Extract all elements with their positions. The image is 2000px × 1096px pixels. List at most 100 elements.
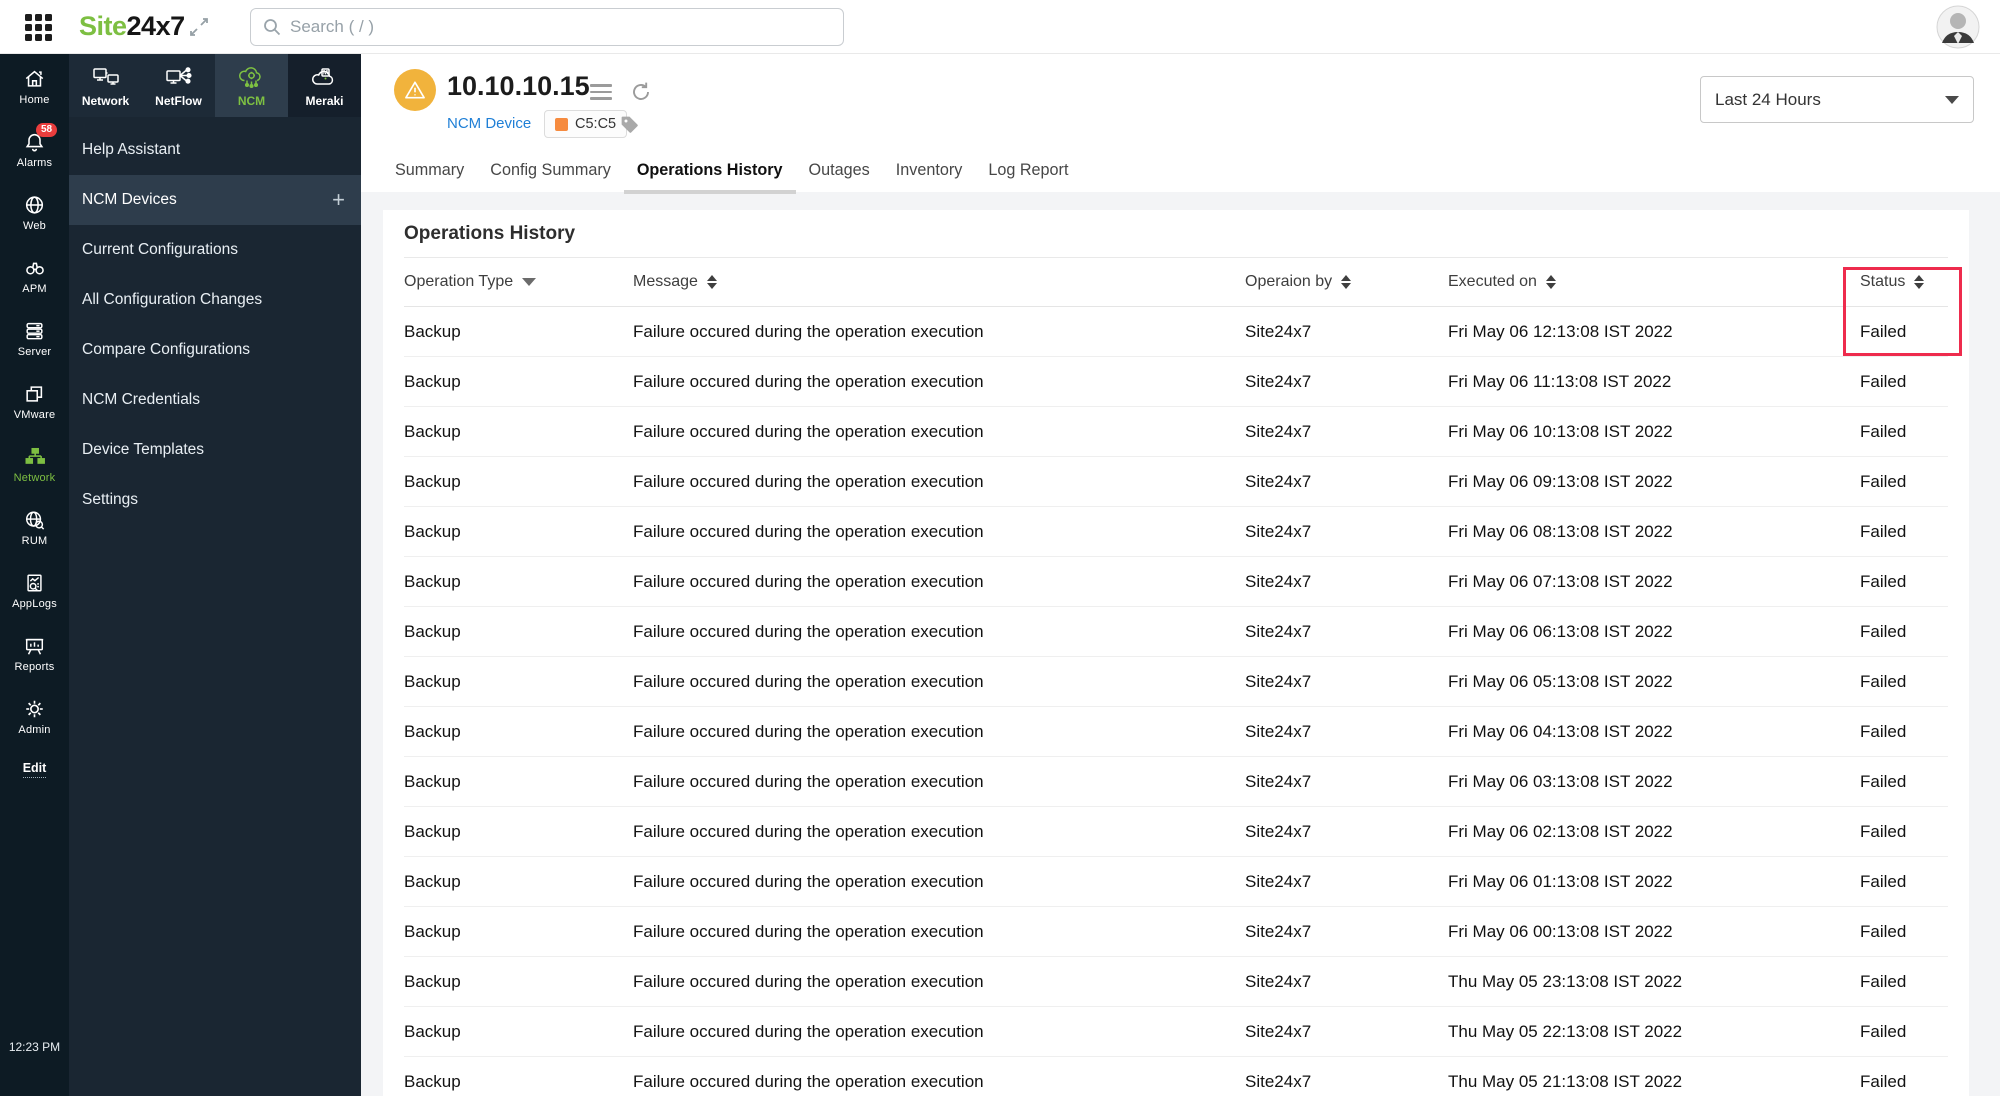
sidebar-item-compare-configurations[interactable]: Compare Configurations bbox=[69, 325, 361, 375]
rum-globe-search-icon bbox=[25, 511, 45, 530]
site24x7-logo[interactable]: Site24x7 bbox=[79, 11, 185, 42]
device-menu-icon[interactable] bbox=[590, 84, 612, 104]
rail-item-apm[interactable]: APM bbox=[0, 257, 69, 295]
cell-message: Failure occured during the operation exe… bbox=[633, 921, 984, 941]
sort-icon bbox=[1545, 275, 1556, 289]
column-header-status[interactable]: Status bbox=[1860, 273, 1948, 291]
cell-operation-type: Backup bbox=[404, 621, 461, 641]
table-row: Backup Failure occured during the operat… bbox=[404, 857, 1948, 907]
tab-log-report[interactable]: Log Report bbox=[975, 151, 1081, 194]
user-avatar[interactable] bbox=[1936, 5, 1980, 49]
cell-operation-by: Site24x7 bbox=[1245, 671, 1312, 691]
tag-color-swatch bbox=[555, 117, 568, 131]
sidebar-item-ncm-devices[interactable]: NCM Devices + bbox=[69, 175, 361, 225]
module-tab-meraki[interactable]: M Meraki bbox=[288, 54, 361, 117]
rail-item-server[interactable]: Server bbox=[0, 320, 69, 358]
rail-item-label: Web bbox=[22, 220, 47, 232]
rail-item-network[interactable]: Network bbox=[0, 446, 69, 484]
cell-message: Failure occured during the operation exe… bbox=[633, 821, 984, 841]
ncm-sidebar: Network NetFlow NCM M Meraki Help Assist… bbox=[69, 54, 361, 1096]
cell-executed-on: Thu May 05 22:13:08 IST 2022 bbox=[1448, 1021, 1683, 1041]
rail-item-admin[interactable]: Admin bbox=[0, 698, 69, 736]
cell-status: Failed bbox=[1860, 771, 1907, 791]
cell-status: Failed bbox=[1860, 1071, 1907, 1091]
cell-executed-on: Fri May 06 02:13:08 IST 2022 bbox=[1448, 821, 1673, 841]
sidebar-item-label: Settings bbox=[82, 491, 139, 508]
sidebar-item-settings[interactable]: Settings bbox=[69, 475, 361, 525]
cell-message: Failure occured during the operation exe… bbox=[633, 671, 984, 691]
column-header-executed-on[interactable]: Executed on bbox=[1448, 273, 1860, 291]
cell-message: Failure occured during the operation exe… bbox=[633, 1021, 984, 1041]
rail-item-applogs[interactable]: AppLogs bbox=[0, 572, 69, 610]
search-input[interactable] bbox=[290, 17, 831, 37]
table-row: Backup Failure occured during the operat… bbox=[404, 407, 1948, 457]
tab-outages[interactable]: Outages bbox=[796, 151, 883, 194]
cell-operation-type: Backup bbox=[404, 471, 461, 491]
module-tab-ncm[interactable]: NCM bbox=[215, 54, 288, 117]
tab-summary[interactable]: Summary bbox=[382, 151, 477, 194]
left-rail-nav: Home 58 Alarms Web APM Server VMware Net… bbox=[0, 54, 69, 1096]
reports-icon bbox=[25, 638, 44, 655]
globe-icon bbox=[25, 196, 44, 214]
rail-item-rum[interactable]: RUM bbox=[0, 509, 69, 547]
cell-executed-on: Fri May 06 00:13:08 IST 2022 bbox=[1448, 921, 1673, 941]
ncm-cloud-gear-icon bbox=[238, 67, 261, 89]
sidebar-item-device-templates[interactable]: Device Templates bbox=[69, 425, 361, 475]
module-tab-label: Network bbox=[81, 94, 130, 108]
add-device-icon[interactable]: + bbox=[332, 189, 345, 211]
table-row: Backup Failure occured during the operat… bbox=[404, 457, 1948, 507]
cell-executed-on: Thu May 05 23:13:08 IST 2022 bbox=[1448, 971, 1683, 991]
cell-executed-on: Fri May 06 08:13:08 IST 2022 bbox=[1448, 521, 1673, 541]
alarm-count-badge: 58 bbox=[36, 123, 58, 137]
app-grid-icon[interactable] bbox=[25, 14, 52, 41]
cell-operation-by: Site24x7 bbox=[1245, 421, 1312, 441]
operations-table-body: Backup Failure occured during the operat… bbox=[404, 307, 1948, 1096]
logo-text-secondary: 24x7 bbox=[126, 11, 186, 41]
cell-executed-on: Fri May 06 09:13:08 IST 2022 bbox=[1448, 471, 1673, 491]
module-tab-netflow[interactable]: NetFlow bbox=[142, 54, 215, 117]
table-row: Backup Failure occured during the operat… bbox=[404, 757, 1948, 807]
column-header-operation-by[interactable]: Operaion by bbox=[1245, 273, 1448, 291]
rail-item-alarms[interactable]: 58 Alarms bbox=[0, 123, 69, 169]
cell-operation-type: Backup bbox=[404, 571, 461, 591]
cell-operation-by: Site24x7 bbox=[1245, 571, 1312, 591]
sidebar-item-current-configurations[interactable]: Current Configurations bbox=[69, 225, 361, 275]
cell-executed-on: Fri May 06 05:13:08 IST 2022 bbox=[1448, 671, 1673, 691]
rail-item-label: Reports bbox=[14, 661, 55, 673]
tab-config-summary[interactable]: Config Summary bbox=[477, 151, 624, 194]
device-tag-chip[interactable]: C5:C5 bbox=[544, 110, 628, 138]
sidebar-item-label: Device Templates bbox=[82, 441, 205, 458]
column-header-message[interactable]: Message bbox=[633, 273, 1245, 291]
cell-status: Failed bbox=[1860, 721, 1907, 741]
sidebar-item-all-configuration-changes[interactable]: All Configuration Changes bbox=[69, 275, 361, 325]
rail-item-home[interactable]: Home bbox=[0, 68, 69, 106]
binoculars-icon bbox=[25, 262, 44, 275]
device-type-link[interactable]: NCM Device bbox=[447, 115, 531, 132]
sidebar-item-label: All Configuration Changes bbox=[82, 291, 263, 308]
rail-item-vmware[interactable]: VMware bbox=[0, 383, 69, 421]
module-tab-network[interactable]: Network bbox=[69, 54, 142, 117]
rail-clock: 12:23 PM bbox=[8, 1040, 61, 1054]
rail-item-reports[interactable]: Reports bbox=[0, 635, 69, 673]
column-header-operation-type[interactable]: Operation Type bbox=[404, 273, 633, 291]
module-tab-strip: Network NetFlow NCM M Meraki bbox=[69, 54, 361, 117]
rail-item-label: Home bbox=[19, 94, 50, 106]
expand-icon[interactable] bbox=[189, 17, 209, 37]
device-title: 10.10.10.15 bbox=[447, 71, 590, 101]
sidebar-item-help-assistant[interactable]: Help Assistant bbox=[69, 125, 361, 175]
refresh-icon[interactable] bbox=[629, 80, 653, 104]
cell-status: Failed bbox=[1860, 321, 1907, 341]
sidebar-item-ncm-credentials[interactable]: NCM Credentials bbox=[69, 375, 361, 425]
time-range-dropdown[interactable]: Last 24 Hours bbox=[1700, 76, 1974, 123]
tab-inventory[interactable]: Inventory bbox=[883, 151, 976, 194]
table-row: Backup Failure occured during the operat… bbox=[404, 307, 1948, 357]
rail-item-web[interactable]: Web bbox=[0, 194, 69, 232]
sidebar-menu: Help Assistant NCM Devices + Current Con… bbox=[69, 117, 361, 525]
rail-edit-link[interactable]: Edit bbox=[22, 761, 47, 778]
tag-icon[interactable] bbox=[619, 114, 640, 135]
device-status-warning-icon bbox=[394, 69, 436, 111]
main-content: 10.10.10.15 NCM Device C5:C5 Last 24 Hou… bbox=[361, 54, 2000, 1096]
tab-operations-history[interactable]: Operations History bbox=[623, 151, 796, 194]
cell-message: Failure occured during the operation exe… bbox=[633, 721, 984, 741]
search-box bbox=[250, 8, 844, 46]
